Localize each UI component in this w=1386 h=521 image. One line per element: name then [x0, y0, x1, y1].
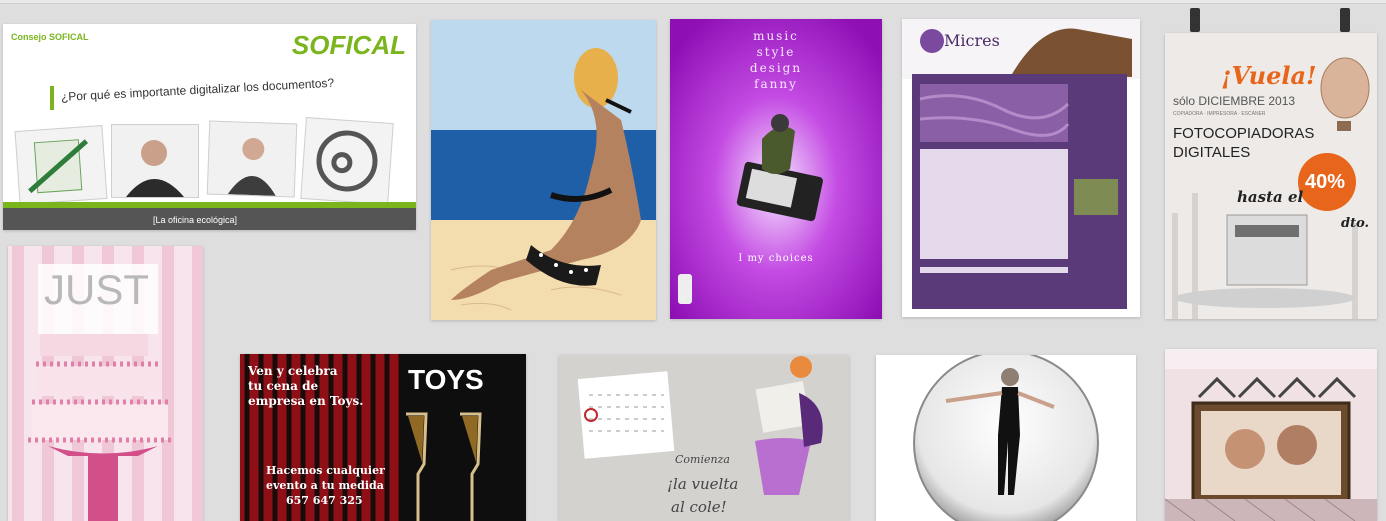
- dancer-art: [913, 355, 1099, 521]
- toys-promo-2: tu cena de: [248, 379, 319, 393]
- sofical-green-swoosh: [3, 202, 416, 208]
- toys-brand: TOYS: [408, 364, 484, 395]
- music-line-1: music: [753, 29, 799, 43]
- micres-brand: Micres: [944, 31, 1000, 50]
- vuelta-line-1: Comienza: [675, 453, 730, 466]
- toys-phone: 657 647 325: [286, 494, 363, 507]
- micres-art: [902, 19, 1140, 309]
- vuela-discount: 40%: [1305, 171, 1346, 193]
- vuelta-line-3: al cole!: [671, 498, 727, 516]
- thumbnail-music-style[interactable]: music style design fanny I my choices: [670, 19, 882, 319]
- music-line-4: fanny: [754, 77, 798, 91]
- thumbnail-toys-promo[interactable]: Ven y celebra tu cena de empresa en Toys…: [240, 354, 526, 521]
- vuela-title-1: FOTOCOPIADORAS: [1173, 125, 1315, 142]
- vuelta-art: [559, 355, 849, 521]
- thumbnail-vuela-promo[interactable]: ¡Vuela! sólo DICIEMBRE 2013 COPIADORA · …: [1165, 33, 1377, 319]
- sofical-photo-woman: [206, 120, 298, 198]
- room-art: [1165, 349, 1377, 521]
- just-word: JUST: [44, 266, 149, 313]
- sofical-brand: SOFICAL: [291, 30, 406, 60]
- vuela-discount-lead: hasta el: [1237, 188, 1304, 206]
- thumbnail-sofical[interactable]: Consejo SOFICAL SOFICAL ¿Por qué es impo…: [3, 24, 416, 230]
- vuela-tiny: COPIADORA · IMPRESORA · ESCÁNER: [1173, 111, 1266, 117]
- thumbnail-dancer-sphere[interactable]: [876, 355, 1136, 521]
- thumbnail-just-cake[interactable]: JUST: [8, 246, 203, 521]
- top-edge: [0, 0, 1386, 4]
- toys-promo-3: empresa en Toys.: [248, 394, 364, 408]
- vuela-dto: dto.: [1341, 216, 1370, 231]
- poster-clip-left: [1190, 8, 1200, 32]
- sofical-question: ¿Por qué es importante digitalizar los d…: [60, 75, 335, 104]
- vuela-headline: ¡Vuela!: [1221, 61, 1317, 90]
- sofical-header: Consejo SOFICAL: [11, 32, 89, 42]
- music-line-3: design: [749, 61, 803, 75]
- sofical-photo-man: [111, 124, 199, 198]
- vuelta-line-2: ¡la vuelta: [667, 475, 739, 493]
- vuela-title-2: DIGITALES: [1173, 144, 1251, 161]
- sofical-accent-bar: [50, 86, 54, 110]
- toys-promo-1: Ven y celebra: [248, 364, 338, 378]
- vuela-sub: sólo DICIEMBRE 2013: [1173, 94, 1296, 108]
- thumbnail-vuelta-al-cole[interactable]: Comienza ¡la vuelta al cole!: [559, 355, 849, 521]
- thumbnail-micres-website[interactable]: Micres: [902, 19, 1140, 317]
- music-line-2: style: [756, 45, 796, 59]
- music-tagline: I my choices: [738, 253, 814, 264]
- thumbnail-beach-illustration[interactable]: [431, 20, 656, 320]
- beach-art: [431, 20, 656, 320]
- toys-footer-1: Hacemos cualquier: [266, 464, 385, 477]
- sofical-photo-ok-hand: [300, 117, 394, 205]
- sofical-photo-docs: [14, 125, 108, 205]
- sofical-footer-text: [La oficina ecológica]: [153, 215, 238, 225]
- toys-footer-2: evento a tu medida: [266, 479, 384, 492]
- thumbnail-room-billboard[interactable]: [1165, 349, 1377, 521]
- poster-clip-right: [1340, 8, 1350, 32]
